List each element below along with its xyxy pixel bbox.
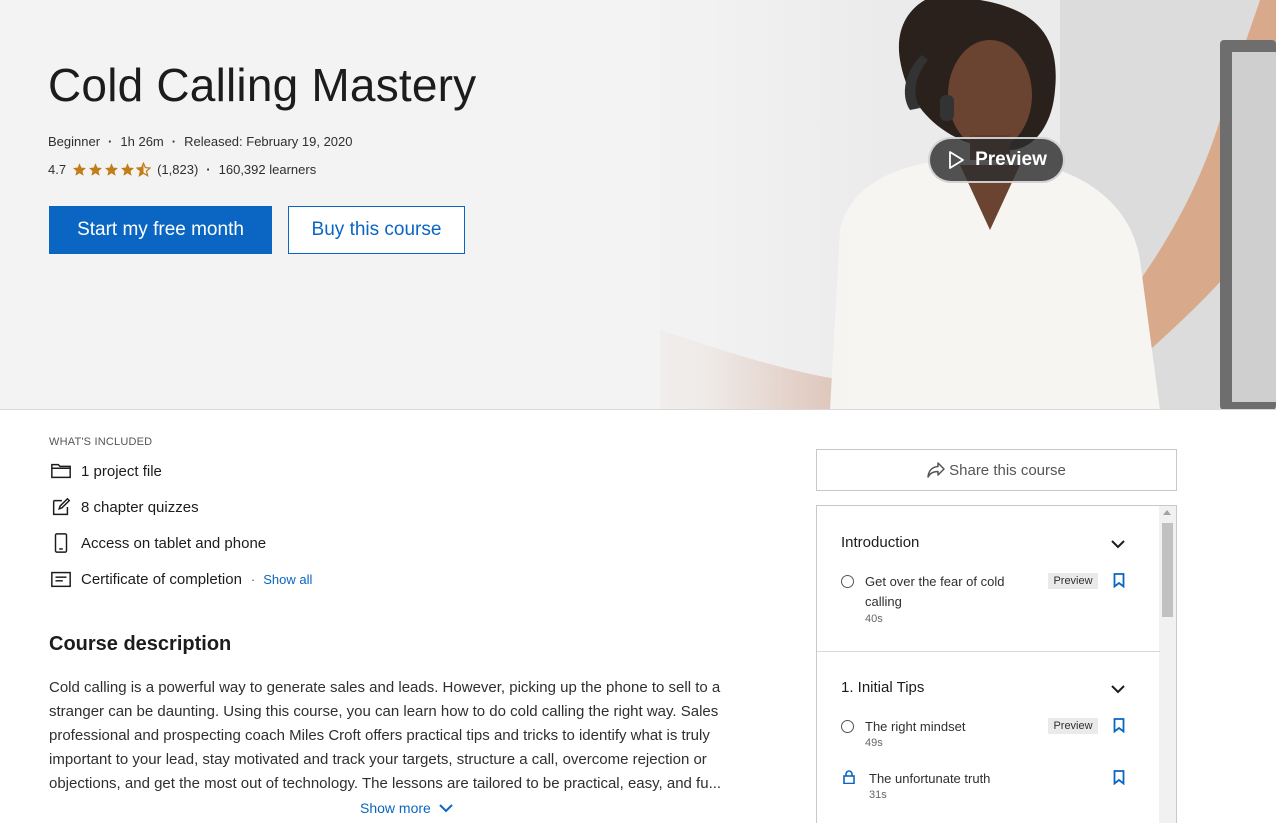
show-more-label: Show more [360,800,431,816]
release-date: Released: February 19, 2020 [184,134,353,149]
share-icon [927,462,945,478]
whats-included-heading: WHAT'S INCLUDED [49,436,153,448]
lesson-status-icon [841,720,854,733]
course-description-text: Cold calling is a powerful way to genera… [49,679,722,792]
share-label: Share this course [949,461,1066,479]
rating-value: 4.7 [48,162,67,177]
lock-icon [843,770,855,784]
lesson-duration: 40s [865,613,883,625]
lesson-title[interactable]: The unfortunate truth [869,769,1059,789]
certificate-icon [49,567,73,591]
chevron-down-icon[interactable] [1111,684,1125,694]
rating-stars [72,162,152,177]
preview-button[interactable]: Preview [928,137,1065,183]
included-label: 8 chapter quizzes [81,498,199,516]
folder-icon [49,459,73,483]
learner-count: 160,392 learners [218,162,317,177]
preview-label: Preview [975,149,1047,170]
chevron-down-icon[interactable] [1111,539,1125,549]
bookmark-icon[interactable] [1113,718,1125,733]
table-of-contents: Introduction Get over the fear of cold c… [816,505,1177,823]
chapter-initial-tips: 1. Initial Tips The right mindset 49s Pr… [817,652,1160,823]
included-item-quizzes: 8 chapter quizzes [49,495,199,519]
lesson-item[interactable]: The unfortunate truth 31s [841,769,1141,805]
lesson-title[interactable]: The right mindset [865,717,1040,737]
lesson-duration: 31s [869,789,887,801]
phone-icon [49,531,73,555]
lesson-status-icon [841,575,854,588]
course-description-heading: Course description [49,633,232,655]
show-all-link[interactable]: Show all [263,572,312,587]
bookmark-icon[interactable] [1113,770,1125,785]
toc-scrollbar[interactable] [1159,506,1176,823]
preview-badge: Preview [1048,718,1098,734]
course-title: Cold Calling Mastery [48,59,477,111]
rating-row: 4.7 (1,823) · 160,392 learners [48,162,316,177]
star-icon [89,163,103,176]
start-free-month-button[interactable]: Start my free month [49,206,272,254]
course-duration: 1h 26m [120,134,164,149]
rating-count: (1,823) [157,162,199,177]
included-item-mobile-access: Access on tablet and phone [49,531,266,555]
course-meta: Beginner · 1h 26m · Released: February 1… [48,134,353,149]
included-item-certificate: Certificate of completion · Show all [49,567,312,591]
star-icon [121,163,135,176]
course-hero: Cold Calling Mastery Beginner · 1h 26m ·… [0,0,1276,410]
lesson-item[interactable]: Get over the fear of cold calling 40s Pr… [841,572,1141,632]
quiz-edit-icon [49,495,73,519]
lesson-item[interactable]: The right mindset 49s Preview [841,717,1141,753]
scroll-up-arrow-icon[interactable] [1163,510,1171,515]
separator-dot: · [250,571,256,587]
course-level: Beginner [48,134,101,149]
separator-dot: · [206,162,211,177]
separator-dot: · [108,134,113,149]
buy-course-button[interactable]: Buy this course [288,206,465,254]
show-more-button[interactable]: Show more [360,800,453,816]
hero-fade [560,0,880,409]
bookmark-icon[interactable] [1113,573,1125,588]
lesson-duration: 49s [865,737,883,749]
preview-badge: Preview [1048,573,1098,589]
separator-dot: · [171,134,177,149]
star-icon [73,163,87,176]
included-item-project-file: 1 project file [49,459,162,483]
included-label: Certificate of completion [81,570,242,588]
scroll-thumb[interactable] [1162,523,1173,617]
lesson-title[interactable]: Get over the fear of cold calling [865,572,1040,612]
play-icon [949,151,964,169]
chapter-title[interactable]: Introduction [841,534,919,551]
included-label: 1 project file [81,462,162,480]
chapter-title[interactable]: 1. Initial Tips [841,679,924,696]
chevron-down-icon [439,804,453,813]
star-icon [105,163,119,176]
chapter-introduction: Introduction Get over the fear of cold c… [817,506,1160,652]
half-star-icon [136,162,152,177]
included-label: Access on tablet and phone [81,534,267,552]
share-course-button[interactable]: Share this course [816,449,1177,491]
